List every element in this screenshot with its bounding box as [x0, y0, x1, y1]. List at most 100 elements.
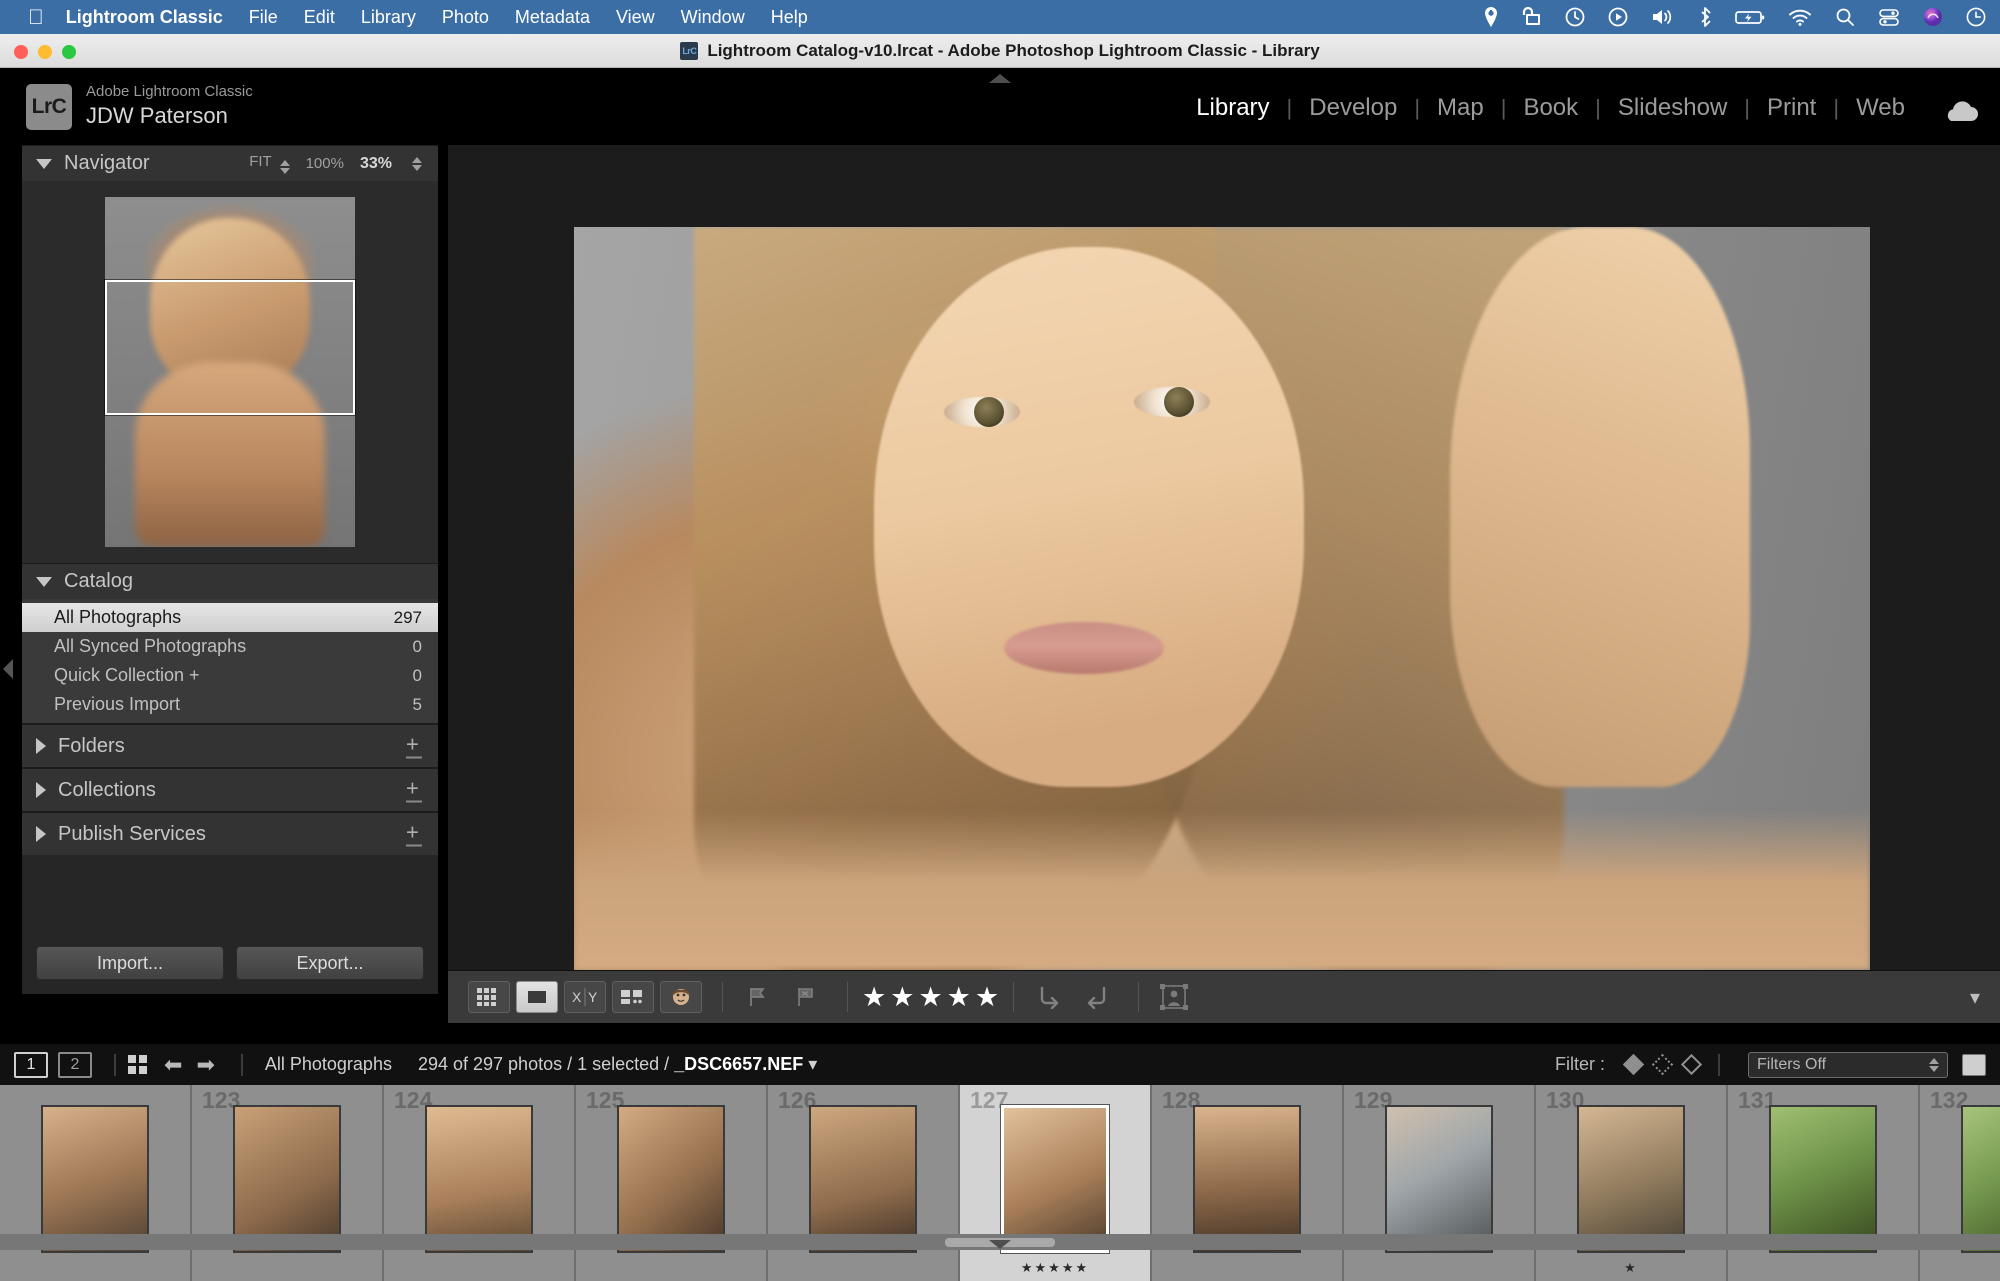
volume-icon[interactable] [1651, 5, 1675, 29]
filmstrip-toggle-button[interactable] [1962, 1053, 1986, 1076]
close-button[interactable] [14, 45, 28, 59]
screen-lock-icon[interactable] [1520, 5, 1542, 29]
navigator-crop-box[interactable] [105, 280, 355, 415]
minimize-button[interactable] [38, 45, 52, 59]
menu-lightroom-classic[interactable]: Lightroom Classic [66, 7, 223, 28]
filmstrip-cell[interactable]: 130 ★ [1536, 1085, 1728, 1281]
filmstrip-cell[interactable]: 129 [1344, 1085, 1536, 1281]
flag-pick-diamond-icon[interactable] [1622, 1053, 1645, 1076]
flag-unflagged-diamond-icon[interactable] [1651, 1053, 1674, 1076]
menu-edit[interactable]: Edit [304, 7, 335, 28]
panel-folders[interactable]: Folders + [22, 723, 438, 767]
apple-icon[interactable]:  [28, 7, 44, 28]
people-view-icon[interactable] [660, 981, 702, 1013]
menu-view[interactable]: View [616, 7, 655, 28]
catalog-item-previous-import[interactable]: Previous Import 5 [22, 690, 438, 719]
control-center-icon[interactable] [1878, 5, 1900, 29]
left-panel-toggle[interactable] [3, 659, 13, 679]
filmstrip-cell[interactable] [0, 1085, 192, 1281]
zoom-100-label[interactable]: 100% [306, 155, 344, 172]
filmstrip-cell[interactable]: 124 [384, 1085, 576, 1281]
module-library[interactable]: Library [1179, 94, 1286, 122]
compare-view-icon[interactable]: XY [564, 981, 606, 1013]
filmstrip-cell-selected[interactable]: 127 ★★★★★ [960, 1085, 1152, 1281]
star-3[interactable]: ★ [918, 983, 942, 1011]
chevron-down-icon[interactable] [36, 576, 52, 587]
module-slideshow[interactable]: Slideshow [1601, 94, 1744, 122]
catalog-item-all-photographs[interactable]: All Photographs 297 [22, 603, 438, 632]
spotlight-search-icon[interactable] [1835, 5, 1855, 29]
flag-rejected-diamond-icon[interactable] [1680, 1053, 1703, 1076]
zoom-level-value[interactable]: 33% [360, 155, 392, 173]
filmstrip-cell[interactable]: 131 [1728, 1085, 1920, 1281]
wifi-icon[interactable] [1788, 5, 1812, 29]
module-book[interactable]: Book [1506, 94, 1595, 122]
filmstrip-source-label[interactable]: All Photographs [265, 1054, 392, 1075]
zoom-level-stepper-icon[interactable] [412, 156, 422, 171]
star-5[interactable]: ★ [975, 983, 999, 1011]
location-icon[interactable] [1485, 5, 1497, 29]
chevron-down-icon[interactable] [36, 158, 52, 169]
screen-1-button[interactable]: 1 [14, 1051, 48, 1078]
arrow-left-icon[interactable]: ⬅ [164, 1052, 182, 1078]
menu-help[interactable]: Help [771, 7, 808, 28]
filmstrip-filename-caret-icon[interactable]: ▾ [808, 1054, 817, 1074]
filmstrip-cell[interactable]: 123 [192, 1085, 384, 1281]
clock-icon[interactable] [1966, 5, 1986, 29]
add-folder-button[interactable]: + [406, 733, 422, 759]
catalog-item-quick-collection[interactable]: Quick Collection + 0 [22, 661, 438, 690]
filter-preset-stepper-icon[interactable] [1929, 1057, 1939, 1072]
zoom-fit-label[interactable]: FIT [249, 153, 290, 174]
filmstrip-thumbnail[interactable] [1193, 1105, 1301, 1253]
chevron-right-icon[interactable] [36, 738, 46, 754]
filmstrip-filename[interactable]: _DSC6657.NEF [674, 1054, 803, 1074]
loupe-photo[interactable] [574, 227, 1870, 970]
navigator-preview[interactable] [22, 181, 438, 563]
chevron-right-icon[interactable] [36, 782, 46, 798]
rotate-right-icon[interactable] [1076, 981, 1118, 1013]
filmstrip-thumbnail[interactable] [809, 1105, 917, 1253]
add-collection-button[interactable]: + [406, 777, 422, 803]
identity-plate[interactable]: LrC Adobe Lightroom Classic JDW Paterson [26, 83, 253, 130]
filter-preset-select[interactable]: Filters Off [1748, 1051, 1948, 1078]
time-machine-icon[interactable] [1565, 5, 1585, 29]
star-rating[interactable]: ★ ★ ★ ★ ★ [862, 983, 999, 1011]
menu-metadata[interactable]: Metadata [515, 7, 590, 28]
zoom-fit-stepper-icon[interactable] [279, 160, 290, 174]
bluetooth-icon[interactable] [1698, 5, 1712, 29]
panel-publish-services[interactable]: Publish Services + [22, 811, 438, 855]
catalog-item-all-synced-photographs[interactable]: All Synced Photographs 0 [22, 632, 438, 661]
filmstrip-thumbnail[interactable] [1577, 1105, 1685, 1253]
filmstrip-thumbnail[interactable] [1385, 1105, 1493, 1253]
screen-2-button[interactable]: 2 [58, 1051, 92, 1078]
star-4[interactable]: ★ [947, 983, 971, 1011]
menu-file[interactable]: File [249, 7, 278, 28]
filmstrip-thumbnail[interactable] [617, 1105, 725, 1253]
face-crop-icon[interactable] [1153, 981, 1195, 1013]
loupe-view-icon[interactable] [516, 981, 558, 1013]
bottom-panel-toggle[interactable] [989, 1240, 1011, 1249]
export-button[interactable]: Export... [236, 946, 424, 980]
flag-pick-icon[interactable] [737, 981, 779, 1013]
menu-library[interactable]: Library [361, 7, 416, 28]
filmstrip-thumbnail[interactable] [1769, 1105, 1877, 1253]
star-1[interactable]: ★ [862, 983, 886, 1011]
flag-reject-icon[interactable] [785, 981, 827, 1013]
module-print[interactable]: Print [1750, 94, 1833, 122]
grid-view-icon[interactable] [468, 981, 510, 1013]
star-2[interactable]: ★ [890, 983, 914, 1011]
module-map[interactable]: Map [1420, 94, 1501, 122]
top-panel-toggle[interactable] [989, 74, 1011, 83]
filmstrip-thumbnail[interactable] [41, 1105, 149, 1253]
menu-photo[interactable]: Photo [442, 7, 489, 28]
filmstrip-thumbnail[interactable] [425, 1105, 533, 1253]
catalog-header[interactable]: Catalog [22, 563, 438, 599]
import-button[interactable]: Import... [36, 946, 224, 980]
filmstrip-cell[interactable]: 125 [576, 1085, 768, 1281]
add-publish-service-button[interactable]: + [406, 821, 422, 847]
panel-collections[interactable]: Collections + [22, 767, 438, 811]
arrow-right-icon[interactable]: ➡ [196, 1052, 214, 1078]
filmstrip[interactable]: 123 124 125 126 127 ★★★★★ 128 129 130 ★ … [0, 1085, 2000, 1281]
rotate-left-icon[interactable] [1028, 981, 1070, 1013]
grid-icon[interactable] [128, 1055, 150, 1074]
